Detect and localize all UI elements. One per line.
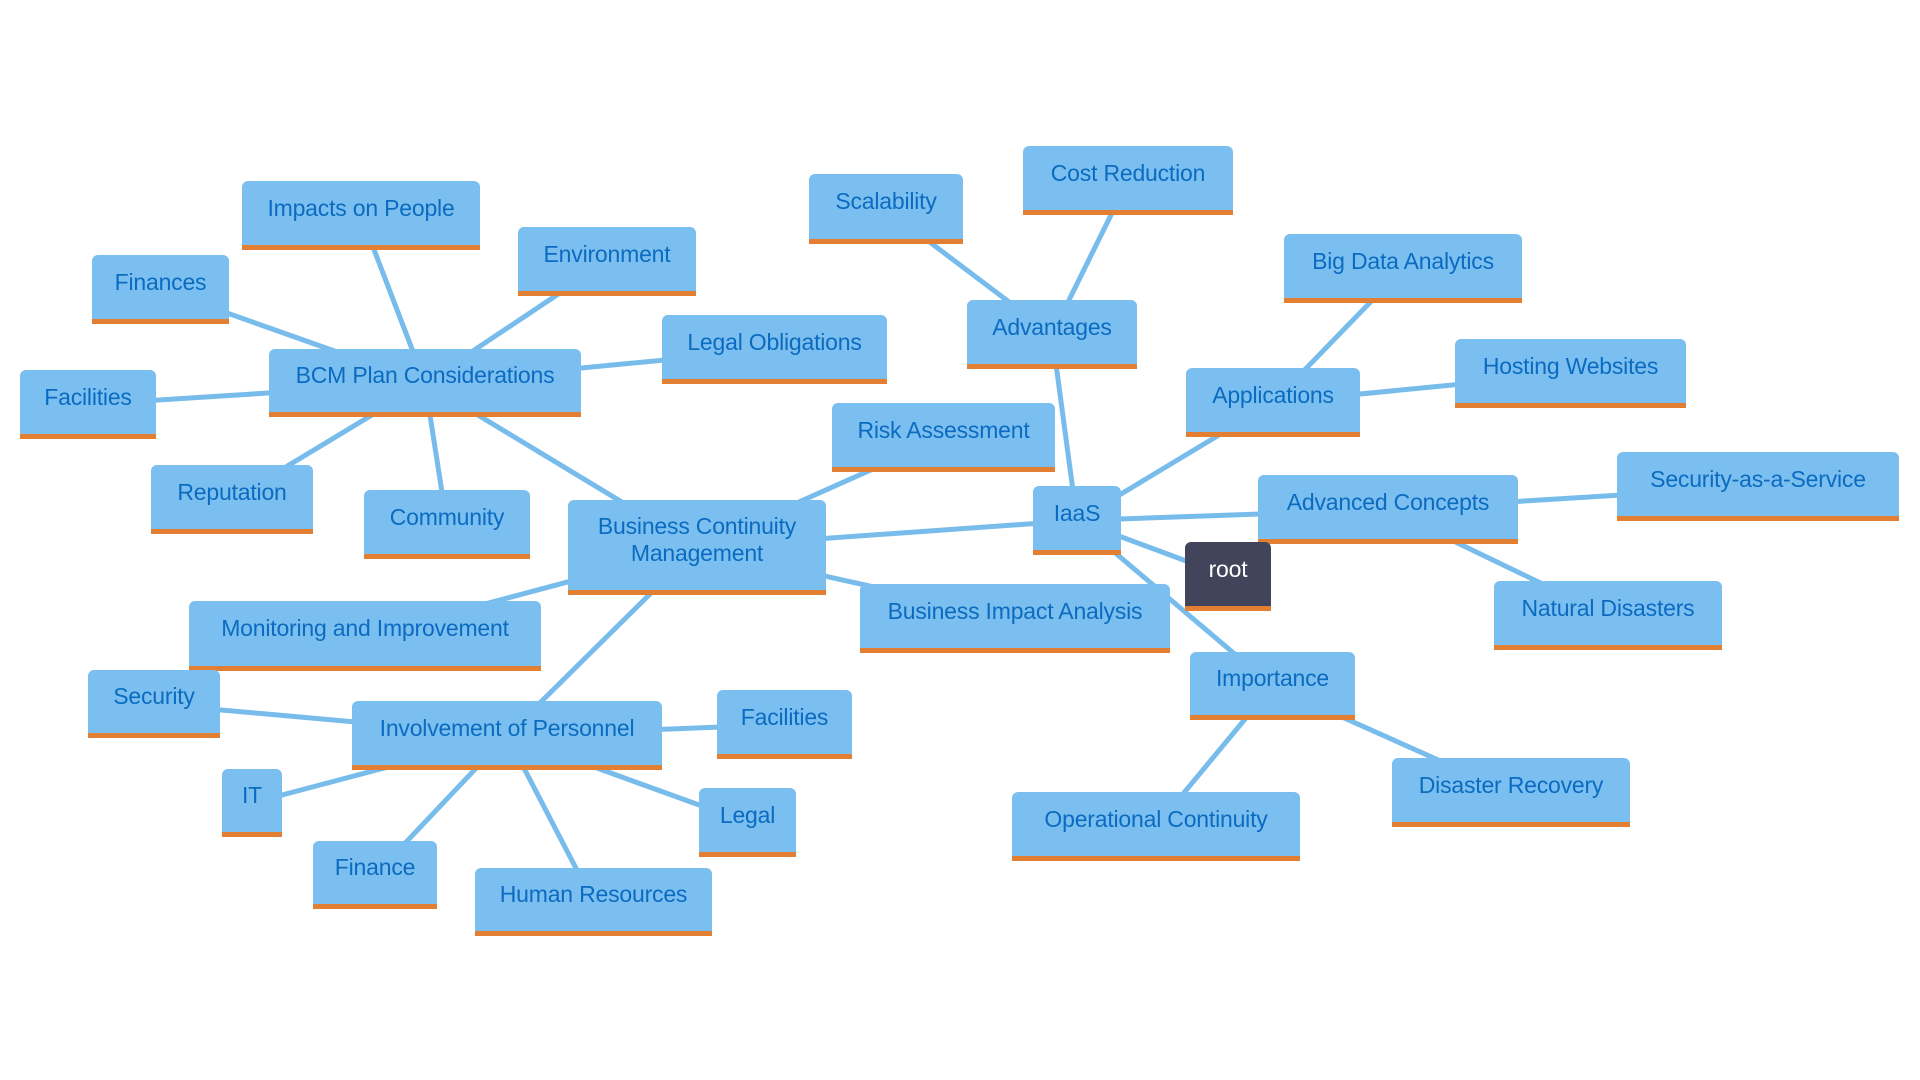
node-label: Security-as-a-Service xyxy=(1650,465,1866,492)
node-advanced-concepts[interactable]: Advanced Concepts xyxy=(1258,475,1518,544)
node-big-data-analytics[interactable]: Big Data Analytics xyxy=(1284,234,1522,303)
node-label: Applications xyxy=(1212,381,1334,408)
node-label: Advanced Concepts xyxy=(1286,488,1490,515)
node-label: Legal xyxy=(719,801,776,828)
node-label: Importance xyxy=(1215,665,1330,691)
mind-map: Business Continuity Management BCM Plan … xyxy=(0,0,1920,1080)
node-label: Natural Disasters xyxy=(1521,594,1695,621)
node-security[interactable]: Security xyxy=(88,670,220,738)
node-impacts-on-people[interactable]: Impacts on People xyxy=(242,181,480,250)
node-cost-reduction[interactable]: Cost Reduction xyxy=(1023,146,1233,215)
node-reputation[interactable]: Reputation xyxy=(151,465,313,534)
node-hosting-websites[interactable]: Hosting Websites xyxy=(1455,339,1686,408)
node-security-as-a-service[interactable]: Security-as-a-Service xyxy=(1617,452,1899,521)
node-facilities-personnel[interactable]: Facilities xyxy=(717,690,852,759)
node-involvement-of-personnel[interactable]: Involvement of Personnel xyxy=(352,701,662,770)
node-label: Scalability xyxy=(835,188,937,214)
node-label: Reputation xyxy=(177,478,287,505)
node-label: Big Data Analytics xyxy=(1312,247,1494,274)
node-business-impact-analysis[interactable]: Business Impact Analysis xyxy=(860,584,1170,653)
node-label: Finance xyxy=(334,854,416,880)
node-label: Impacts on People xyxy=(267,194,455,221)
node-label: Community xyxy=(389,503,505,530)
node-label: Monitoring and Improvement xyxy=(221,615,509,641)
node-operational-continuity[interactable]: Operational Continuity xyxy=(1012,792,1300,861)
node-label: Environment xyxy=(543,240,671,267)
node-label: Facilities xyxy=(44,383,132,410)
node-label: Legal Obligations xyxy=(687,328,862,355)
node-monitoring-and-improvement[interactable]: Monitoring and Improvement xyxy=(189,601,541,671)
node-legal-obligations[interactable]: Legal Obligations xyxy=(662,315,887,384)
node-human-resources[interactable]: Human Resources xyxy=(475,868,712,936)
node-label: Risk Assessment xyxy=(857,416,1030,443)
node-label: Cost Reduction xyxy=(1050,159,1206,186)
node-label: Security xyxy=(113,683,195,709)
node-label: Disaster Recovery xyxy=(1418,771,1604,798)
node-root[interactable]: root xyxy=(1185,542,1271,611)
node-label: IaaS xyxy=(1053,499,1101,526)
node-bcm-plan-considerations[interactable]: BCM Plan Considerations xyxy=(269,349,581,417)
node-community[interactable]: Community xyxy=(364,490,530,559)
node-label: IT xyxy=(241,782,263,808)
node-label: Advantages xyxy=(992,313,1112,340)
node-finances[interactable]: Finances xyxy=(92,255,229,324)
connector-layer xyxy=(85,178,1761,905)
node-label: Facilities xyxy=(740,703,829,730)
node-applications[interactable]: Applications xyxy=(1186,368,1360,437)
node-iaas[interactable]: IaaS xyxy=(1033,486,1121,555)
node-it[interactable]: IT xyxy=(222,769,282,837)
node-label: BCM Plan Considerations xyxy=(295,362,555,388)
node-label: Operational Continuity xyxy=(1044,805,1268,832)
node-finance[interactable]: Finance xyxy=(313,841,437,909)
node-label: Hosting Websites xyxy=(1482,352,1659,379)
node-facilities-plan[interactable]: Facilities xyxy=(20,370,156,439)
node-legal[interactable]: Legal xyxy=(699,788,796,857)
node-label: root xyxy=(1208,555,1248,582)
node-business-continuity-management[interactable]: Business Continuity Management xyxy=(568,500,826,595)
node-environment[interactable]: Environment xyxy=(518,227,696,296)
node-label: Finances xyxy=(114,268,207,295)
node-scalability[interactable]: Scalability xyxy=(809,174,963,244)
node-disaster-recovery[interactable]: Disaster Recovery xyxy=(1392,758,1630,827)
node-label: Human Resources xyxy=(499,881,688,907)
node-importance[interactable]: Importance xyxy=(1190,652,1355,720)
node-advantages[interactable]: Advantages xyxy=(967,300,1137,369)
node-risk-assessment[interactable]: Risk Assessment xyxy=(832,403,1055,472)
node-label: Involvement of Personnel xyxy=(379,714,635,741)
node-natural-disasters[interactable]: Natural Disasters xyxy=(1494,581,1722,650)
node-label: Business Impact Analysis xyxy=(887,597,1143,624)
node-label: Business Continuity Management xyxy=(597,513,797,566)
